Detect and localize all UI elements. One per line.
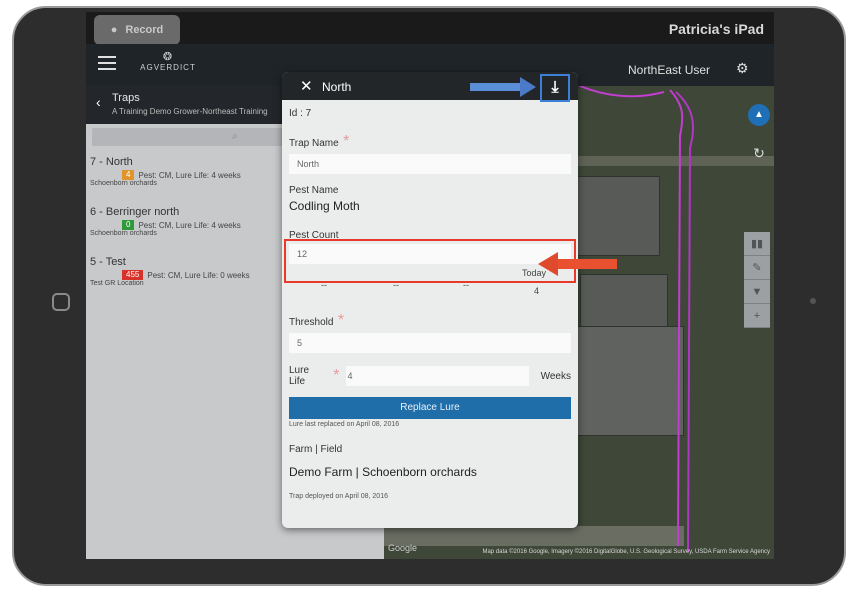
record-dot-icon: ●: [110, 24, 118, 36]
lure-replaced-note: Lure last replaced on April 08, 2016: [289, 421, 400, 428]
lure-life-field[interactable]: 4: [345, 366, 529, 386]
annotation-arrow-blue: [470, 83, 522, 91]
gear-icon[interactable]: ⚙: [736, 60, 749, 77]
count-badge: 4: [122, 170, 135, 180]
back-chevron-icon[interactable]: ‹: [96, 94, 101, 110]
chart-icon[interactable]: ▮▮: [744, 232, 770, 256]
close-icon[interactable]: ✕: [300, 77, 313, 95]
map-credit: Map data ©2016 Google, Imagery ©2016 Dig…: [482, 549, 770, 555]
trap-deployed-note: Trap deployed on April 08, 2016: [289, 493, 388, 500]
required-mark: *: [338, 133, 350, 150]
threshold-label: Threshold: [289, 317, 334, 328]
filter-icon[interactable]: ▼: [744, 280, 770, 304]
user-name[interactable]: NorthEast User: [628, 63, 710, 77]
download-icon: ⤓: [551, 79, 559, 96]
record-button[interactable]: ● Record: [94, 15, 180, 45]
replace-lure-button[interactable]: Replace Lure: [289, 397, 571, 419]
device-name: Patricia's iPad: [668, 21, 764, 37]
count-badge: 455: [122, 270, 144, 280]
locate-icon[interactable]: ▲: [748, 104, 770, 126]
logo-mark-icon: ❂: [162, 51, 174, 63]
modal-body: Id : 7 Trap Name * North Pest Name Codli…: [289, 108, 571, 500]
add-icon[interactable]: +: [744, 304, 770, 328]
trap-name-field[interactable]: North: [289, 154, 571, 174]
lure-life-label: Lure Life: [289, 365, 310, 387]
map-tools: ▮▮ ✎ ▼ +: [744, 232, 770, 328]
farm-field-label: Farm | Field: [289, 444, 343, 455]
pest-name-value: Codling Moth: [289, 199, 360, 213]
search-icon: ⌕: [232, 131, 238, 142]
google-logo: Google: [388, 543, 418, 553]
trap-details: Pest: CM, Lure Life: 0 weeks: [147, 270, 250, 280]
trap-name-label: Trap Name: [289, 138, 339, 149]
lure-life-row: Lure Life * 4 Weeks: [289, 365, 571, 387]
logo-text: AGVERDICT: [140, 63, 196, 72]
camera-dot: [810, 298, 816, 304]
modal-title: North: [322, 80, 352, 94]
sidebar-subtitle: A Training Demo Grower-Northeast Trainin…: [112, 107, 268, 116]
count-badge: 0: [122, 220, 135, 230]
record-label: Record: [125, 24, 164, 36]
save-download-button[interactable]: ⤓: [540, 74, 570, 102]
pest-name-label: Pest Name: [289, 185, 339, 196]
annotation-arrow-red: [555, 259, 617, 269]
annotation-arrow-red-head: [538, 252, 558, 276]
required-mark: *: [333, 367, 340, 384]
refresh-icon[interactable]: ↻: [748, 142, 770, 164]
home-button[interactable]: [52, 293, 70, 311]
trap-details: Pest: CM, Lure Life: 4 weeks: [138, 220, 241, 230]
trap-id: Id : 7: [289, 108, 312, 119]
today-value: 4: [534, 286, 540, 296]
annotation-arrow-blue-head: [520, 77, 536, 97]
menu-icon[interactable]: [98, 56, 116, 70]
app-logo: ❂ AGVERDICT: [138, 50, 198, 72]
required-mark: *: [333, 312, 345, 329]
trap-detail-modal: ✕ North ⤓ Id : 7 Trap Name * North Pest …: [282, 72, 578, 528]
farm-field-value: Demo Farm | Schoenborn orchards: [289, 465, 477, 479]
annotation-highlight-box: [284, 239, 576, 283]
sidebar-title: Traps: [112, 92, 140, 104]
threshold-field[interactable]: 5: [289, 333, 571, 353]
trap-details: Pest: CM, Lure Life: 4 weeks: [138, 170, 241, 180]
edit-icon[interactable]: ✎: [744, 256, 770, 280]
lure-life-unit: Weeks: [540, 370, 571, 382]
status-bar: ● Record Patricia's iPad: [86, 12, 774, 45]
